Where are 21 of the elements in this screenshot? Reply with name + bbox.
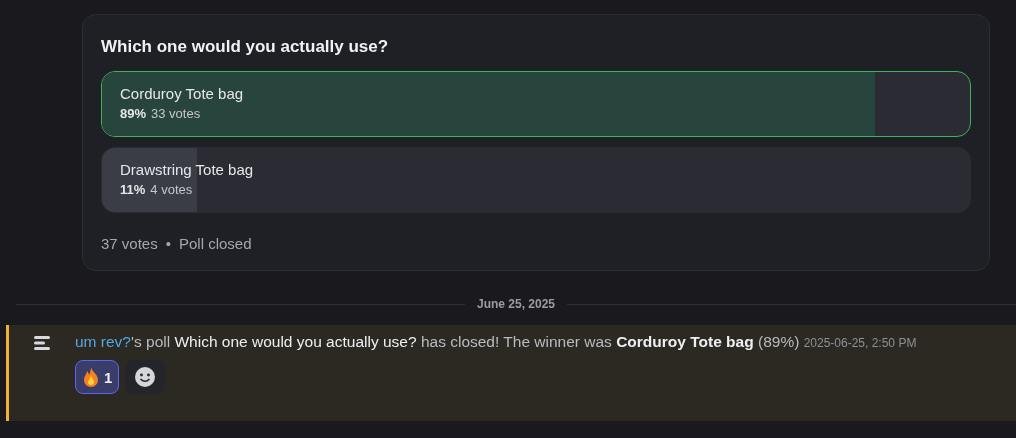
option-percent: 11% [120, 182, 146, 197]
message-text: um rev?'s poll Which one would you actually use? has closed! The winner was Corduroy Tote bag (89%) [75, 333, 800, 350]
option-percent: 89% [120, 106, 147, 121]
poll-question: Which one would you actually use? [101, 37, 390, 57]
option-votes: 4 votes [150, 182, 193, 197]
poll-option[interactable]: Corduroy Tote bag 89% 33 votes [101, 71, 971, 137]
option-label: Corduroy Tote bag [120, 85, 244, 102]
option-votes: 33 votes [151, 106, 201, 121]
separator-dot: • [165, 235, 171, 252]
flame-icon [82, 366, 100, 388]
message-lines-icon [33, 335, 53, 351]
vote-total: 37 votes [101, 235, 158, 252]
timestamp: 2025-06-25, 2:50 PM [803, 336, 917, 350]
add-reaction-button[interactable] [125, 360, 166, 394]
username-link[interactable]: um rev? [75, 333, 131, 350]
poll-status: Poll closed [179, 235, 252, 252]
smiley-icon [134, 366, 157, 388]
date-divider: June 25, 2025 [476, 297, 556, 311]
option-label: Drawstring Tote bag [120, 161, 254, 178]
reaction-button[interactable]: 1 [75, 360, 120, 394]
poll-option[interactable]: Drawstring Tote bag 11% 4 votes [101, 147, 971, 213]
